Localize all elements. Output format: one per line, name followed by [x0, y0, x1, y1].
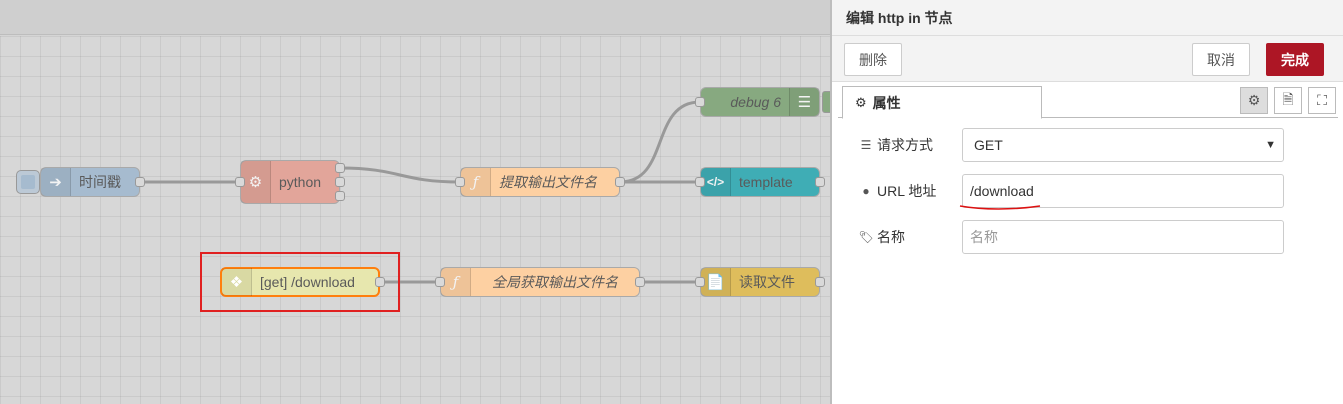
node-global-filename[interactable]: ƒ 全局获取输出文件名 [440, 267, 640, 297]
gear-icon: ⚙ [241, 161, 271, 203]
node-label: template [739, 174, 793, 190]
appearance-tab-button[interactable]: ⛶ [1308, 87, 1336, 114]
input-port[interactable] [695, 277, 705, 287]
output-port[interactable] [135, 177, 145, 187]
tray-title: 编辑 http in 节点 [832, 0, 1343, 36]
red-underline-annotation [959, 205, 1041, 210]
url-label: ● URL 地址 [858, 181, 962, 201]
method-select-value: GET [974, 137, 1003, 153]
gear-icon: ⚙ [1247, 92, 1261, 108]
tasks-icon: ☰ [860, 138, 872, 152]
settings-tab-button[interactable]: ⚙ [1240, 87, 1268, 114]
tab-properties[interactable]: ⚙ 属性 [842, 86, 1042, 119]
flow-wires [140, 100, 701, 284]
url-label-text: URL 地址 [877, 183, 937, 199]
function-icon: ƒ [461, 168, 491, 196]
inject-trigger-square [21, 175, 35, 189]
node-label: python [279, 174, 322, 190]
output-port[interactable] [335, 191, 345, 201]
node-label: 时间戳 [79, 174, 121, 190]
description-tab-button[interactable]: 🗎 [1274, 87, 1302, 114]
node-extract-filename[interactable]: ƒ 提取输出文件名 [460, 167, 620, 197]
node-debug[interactable]: debug 6 ☰ [700, 87, 820, 117]
node-label: 提取输出文件名 [499, 174, 597, 190]
highlight-box [200, 252, 400, 312]
tab-label: 属性 [872, 94, 901, 111]
edit-node-tray: 编辑 http in 节点 删除 取消 完成 ⚙ 属性 ⚙ 🗎 ⛶ ☰ 请求方式… [830, 0, 1343, 404]
output-port[interactable] [615, 177, 625, 187]
url-input-value: /download [970, 183, 1034, 199]
input-port[interactable] [435, 277, 445, 287]
node-label: 全局获取输出文件名 [492, 274, 618, 290]
gear-icon: ⚙ [855, 94, 867, 110]
name-label-text: 名称 [877, 229, 905, 245]
node-label: 读取文件 [739, 274, 795, 290]
tray-tabs: ⚙ 属性 ⚙ 🗎 ⛶ [838, 84, 1338, 119]
node-label: debug 6 [730, 94, 781, 110]
function-icon: ƒ [441, 268, 471, 296]
done-button[interactable]: 完成 [1266, 43, 1324, 76]
output-port[interactable] [335, 163, 345, 173]
method-row: ☰ 请求方式 GET ▼ [858, 128, 1284, 162]
arrow-in-icon: ➔ [41, 168, 71, 196]
debug-toggle-button[interactable] [822, 91, 830, 113]
output-port[interactable] [635, 277, 645, 287]
input-port[interactable] [455, 177, 465, 187]
code-icon: </> [701, 168, 731, 196]
method-label-text: 请求方式 [877, 137, 933, 153]
node-template[interactable]: </> template [700, 167, 820, 197]
output-port[interactable] [815, 277, 825, 287]
name-input-placeholder: 名称 [970, 229, 998, 245]
document-icon: 🗎 [1282, 90, 1294, 107]
cancel-button[interactable]: 取消 [1192, 43, 1250, 76]
url-row: ● URL 地址 /download [858, 174, 1284, 208]
delete-button[interactable]: 删除 [844, 43, 902, 76]
name-input[interactable]: 名称 [962, 220, 1284, 254]
chevron-down-icon: ▼ [1265, 139, 1276, 151]
tag-icon: 🏷 [858, 230, 874, 244]
wire-extract-debug [619, 100, 701, 184]
input-port[interactable] [695, 97, 705, 107]
input-port[interactable] [235, 177, 245, 187]
wire-python-extract [339, 166, 461, 184]
name-row: 🏷 名称 名称 [858, 220, 1284, 254]
input-port[interactable] [695, 177, 705, 187]
inject-trigger-button[interactable] [16, 170, 40, 194]
file-icon: 📄 [701, 268, 731, 296]
tray-toolbar: 删除 取消 完成 [832, 36, 1343, 82]
method-label: ☰ 请求方式 [858, 135, 962, 155]
method-select[interactable]: GET ▼ [962, 128, 1284, 162]
output-port[interactable] [335, 177, 345, 187]
node-python[interactable]: ⚙ python [240, 160, 340, 204]
output-port[interactable] [815, 177, 825, 187]
list-icon: ☰ [789, 88, 819, 116]
node-timestamp[interactable]: ➔ 时间戳 [40, 167, 140, 197]
globe-icon: ● [862, 184, 870, 198]
flow-workspace[interactable]: ➔ 时间戳 ⚙ python ƒ 提取输出文件名 debug 6 ☰ </> t… [0, 0, 830, 404]
frame-icon: ⛶ [1317, 92, 1327, 108]
node-read-file[interactable]: 📄 读取文件 [700, 267, 820, 297]
name-label: 🏷 名称 [858, 227, 962, 247]
